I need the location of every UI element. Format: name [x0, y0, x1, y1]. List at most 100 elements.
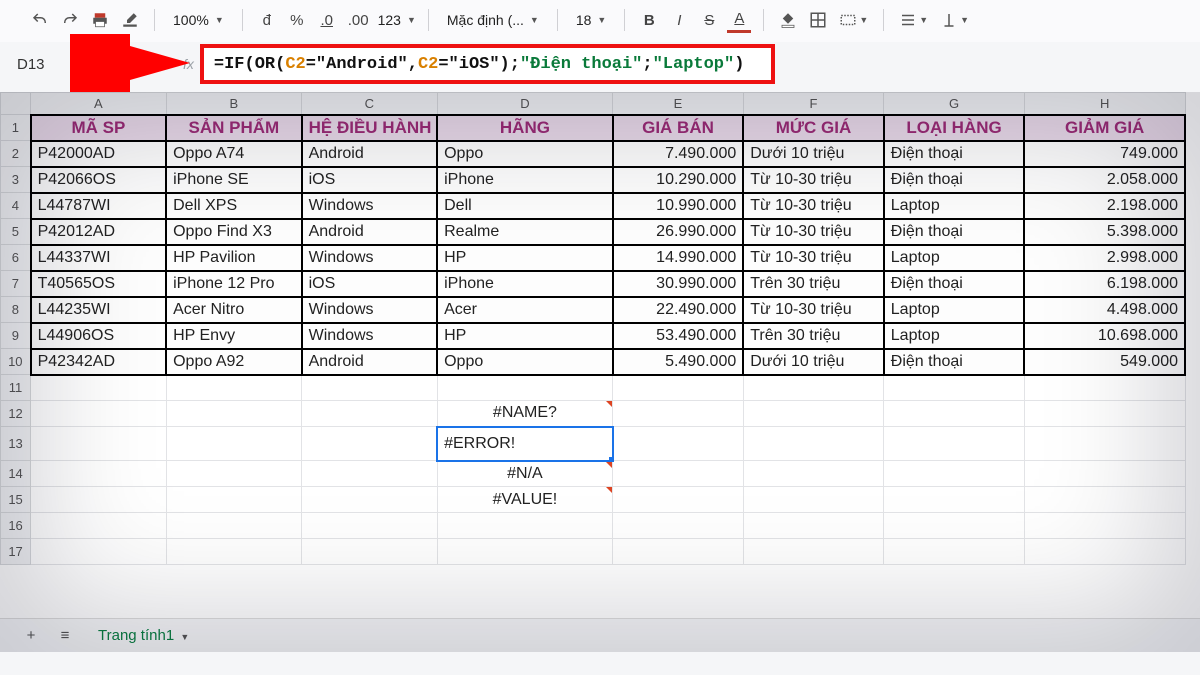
row-header[interactable]: 5	[1, 219, 31, 245]
cell[interactable]	[437, 539, 613, 565]
cell[interactable]	[884, 513, 1025, 539]
cell[interactable]: Laptop	[884, 323, 1025, 349]
cell[interactable]	[743, 427, 884, 461]
cell[interactable]	[1024, 513, 1185, 539]
cell[interactable]	[437, 375, 613, 401]
column-header[interactable]: G	[884, 93, 1025, 115]
cell[interactable]	[166, 375, 302, 401]
cell[interactable]: Dell XPS	[166, 193, 302, 219]
cell[interactable]: 26.990.000	[613, 219, 743, 245]
cell[interactable]: Acer	[437, 297, 613, 323]
cell[interactable]: Realme	[437, 219, 613, 245]
cell[interactable]	[1024, 461, 1185, 487]
cell[interactable]: 10.290.000	[613, 167, 743, 193]
row-header[interactable]: 14	[1, 461, 31, 487]
cell[interactable]: 2.198.000	[1024, 193, 1185, 219]
cell[interactable]: HP	[437, 245, 613, 271]
error-cell[interactable]: #VALUE!	[437, 487, 613, 513]
cell[interactable]	[743, 539, 884, 565]
header-cell[interactable]: GIÁ BÁN	[613, 115, 743, 141]
row-header[interactable]: 9	[1, 323, 31, 349]
cell[interactable]: Từ 10-30 triệu	[743, 297, 884, 323]
cell[interactable]: 2.058.000	[1024, 167, 1185, 193]
cell[interactable]: Điện thoại	[884, 271, 1025, 297]
spreadsheet-grid[interactable]: A B C D E F G H 1 MÃ SP SẢN PHẨM HỆ ĐIỀU…	[0, 92, 1186, 565]
cell[interactable]	[302, 401, 438, 427]
cell[interactable]: Dell	[437, 193, 613, 219]
error-cell[interactable]: #NAME?	[437, 401, 613, 427]
cell[interactable]	[31, 487, 167, 513]
cell[interactable]	[743, 375, 884, 401]
cell[interactable]	[302, 513, 438, 539]
header-cell[interactable]: HỆ ĐIỀU HÀNH	[302, 115, 438, 141]
cell[interactable]: Oppo A92	[166, 349, 302, 375]
add-sheet-button[interactable]: +	[20, 627, 42, 644]
cell[interactable]	[1024, 375, 1185, 401]
cell[interactable]	[302, 539, 438, 565]
cell[interactable]: Oppo Find X3	[166, 219, 302, 245]
cell[interactable]: L44235WI	[31, 297, 167, 323]
cell[interactable]	[437, 513, 613, 539]
cell[interactable]	[613, 487, 743, 513]
merge-cells-button[interactable]: ▼	[836, 7, 871, 33]
cell[interactable]: P42342AD	[31, 349, 167, 375]
row-header[interactable]: 4	[1, 193, 31, 219]
column-header[interactable]: F	[743, 93, 884, 115]
cell[interactable]	[31, 427, 167, 461]
cell[interactable]: 14.990.000	[613, 245, 743, 271]
cell[interactable]: Từ 10-30 triệu	[743, 245, 884, 271]
header-cell[interactable]: LOẠI HÀNG	[884, 115, 1025, 141]
column-header[interactable]: C	[302, 93, 438, 115]
cell[interactable]: P42012AD	[31, 219, 167, 245]
cell[interactable]: HP Envy	[166, 323, 302, 349]
cell[interactable]	[166, 461, 302, 487]
redo-icon[interactable]	[58, 7, 82, 33]
column-header[interactable]: B	[166, 93, 302, 115]
cell[interactable]: P42000AD	[31, 141, 167, 167]
cell[interactable]: L44906OS	[31, 323, 167, 349]
cell[interactable]: Dưới 10 triệu	[743, 349, 884, 375]
cell[interactable]	[613, 401, 743, 427]
error-cell[interactable]: #N/A	[437, 461, 613, 487]
cell[interactable]	[613, 539, 743, 565]
vertical-align-button[interactable]: ▼	[937, 7, 972, 33]
cell[interactable]	[743, 401, 884, 427]
cell[interactable]: 22.490.000	[613, 297, 743, 323]
cell[interactable]	[613, 427, 743, 461]
bold-button[interactable]: B	[637, 7, 661, 33]
cell[interactable]	[302, 375, 438, 401]
cell[interactable]: Windows	[302, 193, 438, 219]
row-header[interactable]: 17	[1, 539, 31, 565]
cell[interactable]	[31, 375, 167, 401]
row-header[interactable]: 8	[1, 297, 31, 323]
currency-format-button[interactable]: đ	[255, 7, 279, 33]
decrease-decimal-button[interactable]: .0	[315, 7, 339, 33]
cell[interactable]: T40565OS	[31, 271, 167, 297]
cell[interactable]: iPhone 12 Pro	[166, 271, 302, 297]
header-cell[interactable]: MÃ SP	[31, 115, 167, 141]
cell[interactable]	[613, 461, 743, 487]
cell[interactable]: Acer Nitro	[166, 297, 302, 323]
cell[interactable]	[166, 513, 302, 539]
cell[interactable]: Oppo	[437, 141, 613, 167]
selected-cell[interactable]: #ERROR!	[437, 427, 613, 461]
fill-color-button[interactable]	[776, 7, 800, 33]
formula-bar[interactable]: =IF(OR( C2 ="Android", C2 ="iOS"); "Điện…	[200, 44, 775, 84]
row-header[interactable]: 13	[1, 427, 31, 461]
cell[interactable]: Điện thoại	[884, 349, 1025, 375]
cell[interactable]	[302, 487, 438, 513]
cell[interactable]	[166, 539, 302, 565]
cell[interactable]	[166, 401, 302, 427]
column-header[interactable]: E	[613, 93, 743, 115]
header-cell[interactable]: SẢN PHẨM	[166, 115, 302, 141]
cell[interactable]: 10.990.000	[613, 193, 743, 219]
number-format-menu[interactable]: 123 ▼	[378, 12, 416, 28]
italic-button[interactable]: I	[667, 7, 691, 33]
cell[interactable]: Điện thoại	[884, 167, 1025, 193]
cell[interactable]: 6.198.000	[1024, 271, 1185, 297]
cell[interactable]	[743, 461, 884, 487]
paint-format-icon[interactable]	[118, 7, 142, 33]
cell[interactable]: 4.498.000	[1024, 297, 1185, 323]
row-header[interactable]: 1	[1, 115, 31, 141]
cell[interactable]: Android	[302, 219, 438, 245]
